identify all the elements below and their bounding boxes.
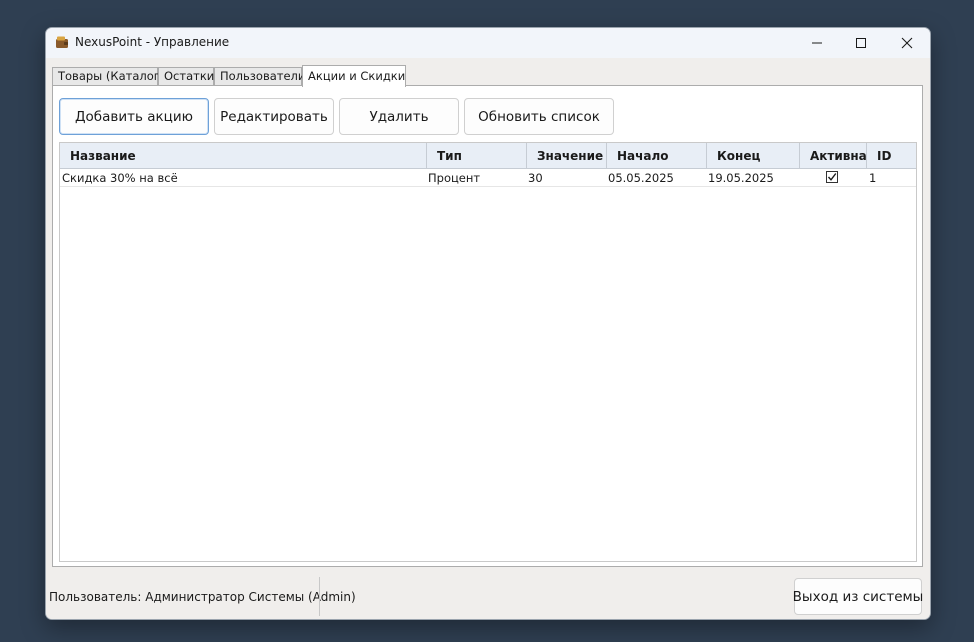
tab-promotions[interactable]: Акции и Скидки: [302, 65, 406, 87]
table-header: Название Тип Значение Начало Конец Актив…: [60, 143, 916, 169]
tab-users[interactable]: Пользователи: [214, 67, 305, 85]
app-window: NexusPoint - Управление Товары (Каталог)…: [45, 27, 931, 620]
delete-button[interactable]: Удалить: [339, 98, 459, 135]
table-row[interactable]: Скидка 30% на всё Процент 30 05.05.2025 …: [60, 169, 916, 187]
tab-stock[interactable]: Остатки: [158, 67, 214, 85]
tab-catalog[interactable]: Товары (Каталог): [52, 67, 164, 85]
cell-value: 30: [528, 171, 543, 185]
current-user-label: Пользователь: Администратор Системы (Adm…: [49, 590, 356, 604]
add-promotion-button[interactable]: Добавить акцию: [59, 98, 209, 135]
refresh-list-button[interactable]: Обновить список: [464, 98, 614, 135]
maximize-icon: [856, 38, 866, 48]
column-header-type[interactable]: Тип: [427, 143, 527, 168]
cell-start: 05.05.2025: [608, 171, 674, 185]
maximize-button[interactable]: [838, 28, 884, 58]
column-header-active[interactable]: Активна: [800, 143, 867, 168]
column-header-value[interactable]: Значение: [527, 143, 607, 168]
edit-button[interactable]: Редактировать: [214, 98, 334, 135]
status-divider: [319, 577, 320, 616]
title-bar[interactable]: NexusPoint - Управление: [46, 28, 930, 58]
minimize-button[interactable]: [794, 28, 840, 58]
column-header-end[interactable]: Конец: [707, 143, 800, 168]
column-header-name[interactable]: Название: [60, 143, 427, 168]
wallet-icon: [56, 36, 68, 48]
cell-end: 19.05.2025: [708, 171, 774, 185]
active-checkbox[interactable]: [826, 171, 838, 183]
status-bar: Пользователь: Администратор Системы (Adm…: [46, 574, 930, 619]
minimize-icon: [812, 42, 822, 44]
promotions-table[interactable]: Название Тип Значение Начало Конец Актив…: [59, 142, 917, 562]
window-title: NexusPoint - Управление: [75, 35, 230, 49]
column-header-id[interactable]: ID: [867, 143, 916, 168]
close-icon: [901, 37, 913, 49]
close-button[interactable]: [884, 28, 930, 58]
logout-button[interactable]: Выход из системы: [793, 578, 923, 615]
cell-id: 1: [869, 171, 877, 185]
cell-name: Скидка 30% на всё: [62, 171, 178, 185]
promotions-panel: Добавить акцию Редактировать Удалить Обн…: [52, 85, 923, 567]
column-header-start[interactable]: Начало: [607, 143, 707, 168]
checkmark-icon: [827, 173, 837, 181]
cell-type: Процент: [428, 171, 481, 185]
